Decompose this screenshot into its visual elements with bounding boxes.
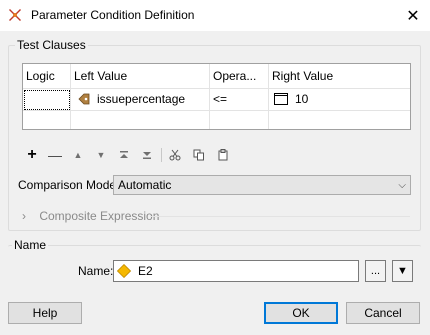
name-group-label: Name [12,238,49,252]
close-icon[interactable]: ✕ [396,0,430,31]
browse-button[interactable]: ... [365,260,386,282]
move-up-icon[interactable]: ▲ [69,146,87,164]
test-clauses-label: Test Clauses [15,38,88,52]
composite-expression-label: Composite Expression [39,209,160,223]
comparison-mode-label: Comparison Mode: [18,178,120,192]
comparison-mode-select[interactable]: Automatic ⌵ [113,175,411,195]
name-menu-button[interactable]: ▼ [392,260,413,282]
left-value-cell[interactable]: issuepercentage [73,89,207,110]
right-value-cell[interactable]: 10 [271,89,407,110]
clauses-table[interactable]: Logic Left Value Opera... Right Value is… [22,63,411,130]
triangle-down-icon: ▼ [397,265,408,277]
column-header-logic[interactable]: Logic [23,64,70,88]
attribute-icon [78,93,90,105]
left-value-text: issuepercentage [97,92,186,106]
right-value-text: 10 [295,92,309,106]
name-field-label: Name: [78,264,114,278]
move-down-icon[interactable]: ▼ [92,146,110,164]
column-header-operator[interactable]: Opera... [210,64,268,88]
paste-icon[interactable] [214,146,232,164]
help-button[interactable]: Help [8,302,82,324]
add-icon[interactable]: + [23,146,41,164]
cut-icon[interactable] [166,146,184,164]
text-value-icon [274,93,288,105]
operator-cell[interactable]: <= [213,92,227,106]
parameter-icon [117,264,131,278]
name-value: E2 [138,264,153,278]
fme-app-icon [9,9,21,21]
comparison-mode-value: Automatic [118,178,172,192]
copy-icon[interactable] [190,146,208,164]
name-input[interactable]: E2 [113,260,359,282]
chevron-down-icon: ⌵ [398,180,406,191]
title-bar: Parameter Condition Definition ✕ [0,0,430,31]
column-header-right-value[interactable]: Right Value [269,64,409,88]
move-to-bottom-icon[interactable] [138,146,156,164]
window-title: Parameter Condition Definition [31,8,195,22]
logic-cell[interactable] [24,90,70,110]
column-header-left-value[interactable]: Left Value [71,64,209,88]
chevron-right-icon: › [22,209,26,223]
ok-button[interactable]: OK [264,302,338,324]
cancel-button[interactable]: Cancel [346,302,420,324]
composite-expression-toggle[interactable]: › Composite Expression [22,209,159,223]
remove-icon[interactable]: — [46,146,64,164]
move-to-top-icon[interactable] [115,146,133,164]
